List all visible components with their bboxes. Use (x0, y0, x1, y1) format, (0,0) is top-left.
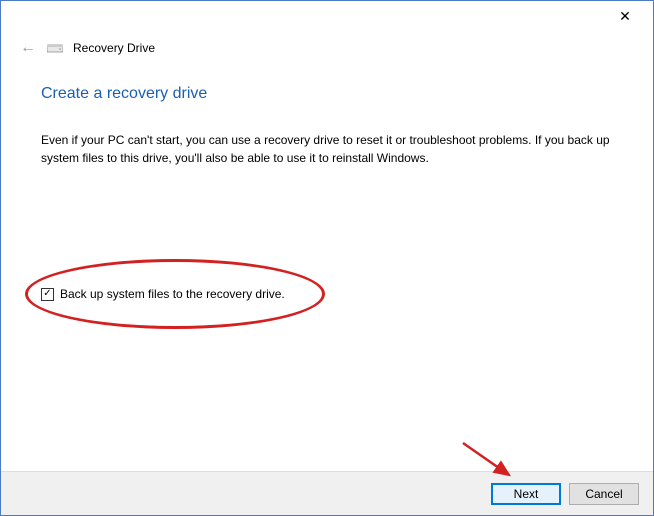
cancel-button[interactable]: Cancel (569, 483, 639, 505)
back-icon[interactable]: ← (19, 39, 37, 57)
window-title: Recovery Drive (73, 41, 155, 55)
page-title: Create a recovery drive (41, 85, 613, 103)
next-button[interactable]: Next (491, 483, 561, 505)
button-bar: Next Cancel (1, 471, 653, 515)
titlebar: ✕ (1, 1, 653, 31)
content-area: Create a recovery drive Even if your PC … (1, 57, 653, 301)
backup-checkbox-label: Back up system files to the recovery dri… (60, 287, 285, 301)
backup-checkbox-row[interactable]: ✓ Back up system files to the recovery d… (41, 287, 613, 301)
close-icon: ✕ (619, 8, 631, 25)
backup-checkbox[interactable]: ✓ (41, 288, 54, 301)
close-button[interactable]: ✕ (605, 2, 645, 30)
header-row: ← Recovery Drive (1, 31, 653, 57)
description-text: Even if your PC can't start, you can use… (41, 131, 613, 167)
recovery-drive-dialog: ✕ ← Recovery Drive Create a recovery dri… (0, 0, 654, 516)
check-icon: ✓ (43, 289, 51, 299)
drive-icon (47, 42, 63, 54)
